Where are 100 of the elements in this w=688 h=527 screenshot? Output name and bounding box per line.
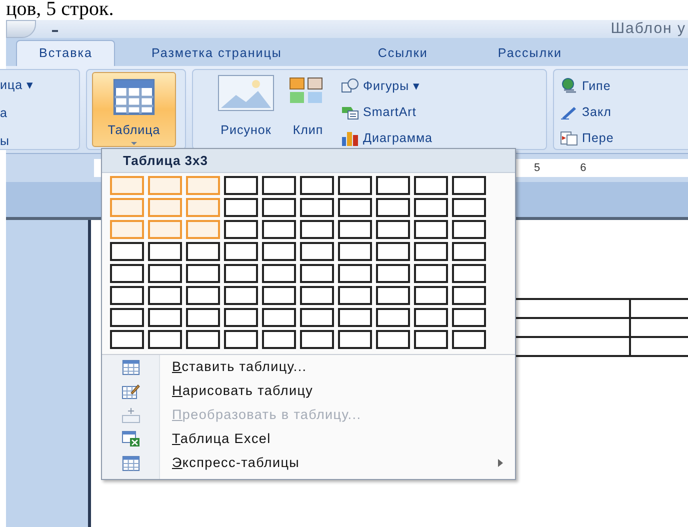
grid-cell[interactable] [110,308,144,327]
grid-cell[interactable] [224,242,258,261]
grid-cell[interactable] [452,220,486,239]
grid-cell[interactable] [110,198,144,217]
grid-cell[interactable] [300,242,334,261]
grid-cell[interactable] [262,286,296,305]
grid-cell[interactable] [414,330,448,349]
grid-cell[interactable] [300,198,334,217]
ribbon-small-button[interactable]: SmartArt [341,102,433,122]
ribbon-small-button[interactable]: Гипе [560,77,688,96]
grid-cell[interactable] [148,176,182,195]
table-button[interactable]: Таблица [92,72,176,147]
grid-cell[interactable] [148,286,182,305]
grid-cell[interactable] [414,242,448,261]
grid-cell[interactable] [148,242,182,261]
ribbon-command[interactable]: ы [0,132,79,150]
grid-cell[interactable] [452,264,486,283]
grid-cell[interactable] [414,198,448,217]
grid-cell[interactable] [414,308,448,327]
menu-item[interactable]: Нарисовать таблицу [102,379,515,403]
grid-cell[interactable] [110,242,144,261]
grid-cell[interactable] [148,264,182,283]
grid-cell[interactable] [338,198,372,217]
grid-cell[interactable] [186,198,220,217]
grid-cell[interactable] [376,264,410,283]
picture-button[interactable]: Рисунок [215,75,277,140]
grid-cell[interactable] [262,330,296,349]
grid-cell[interactable] [300,330,334,349]
ribbon-command[interactable]: ица ▾ [0,76,79,95]
grid-cell[interactable] [376,330,410,349]
grid-cell[interactable] [148,198,182,217]
menu-item[interactable]: Экспресс-таблицы [102,451,515,475]
grid-cell[interactable] [376,220,410,239]
grid-cell[interactable] [186,176,220,195]
ribbon-small-button[interactable]: Закл [560,102,688,122]
grid-cell[interactable] [262,308,296,327]
grid-cell[interactable] [110,176,144,195]
grid-cell[interactable] [300,220,334,239]
grid-cell[interactable] [338,242,372,261]
grid-cell[interactable] [262,264,296,283]
grid-cell[interactable] [224,220,258,239]
grid-cell[interactable] [452,308,486,327]
clip-button[interactable]: Клип [283,75,333,140]
grid-cell[interactable] [262,198,296,217]
ribbon-command[interactable]: а [0,104,79,122]
grid-cell[interactable] [376,308,410,327]
grid-cell[interactable] [300,264,334,283]
menu-item[interactable]: Вставить таблицу... [102,355,515,379]
grid-cell[interactable] [338,286,372,305]
grid-cell[interactable] [148,330,182,349]
grid-cell[interactable] [148,220,182,239]
grid-cell[interactable] [376,286,410,305]
grid-cell[interactable] [110,286,144,305]
grid-cell[interactable] [376,176,410,195]
grid-cell[interactable] [376,242,410,261]
grid-cell[interactable] [186,220,220,239]
menu-item[interactable]: Таблица Excel [102,427,515,451]
grid-cell[interactable] [110,330,144,349]
grid-cell[interactable] [338,330,372,349]
grid-cell[interactable] [414,176,448,195]
grid-cell[interactable] [186,330,220,349]
grid-cell[interactable] [300,286,334,305]
grid-cell[interactable] [186,308,220,327]
grid-cell[interactable] [452,330,486,349]
grid-cell[interactable] [452,242,486,261]
grid-cell[interactable] [262,242,296,261]
grid-cell[interactable] [338,264,372,283]
ribbon-tab[interactable]: Вставка [16,40,116,66]
grid-cell[interactable] [148,308,182,327]
grid-cell[interactable] [262,220,296,239]
grid-cell[interactable] [414,286,448,305]
grid-cell[interactable] [300,308,334,327]
grid-cell[interactable] [376,198,410,217]
grid-cell[interactable] [224,198,258,217]
grid-cell[interactable] [224,330,258,349]
ribbon-tab[interactable]: Разметка страницы [129,40,304,66]
grid-cell[interactable] [338,220,372,239]
ribbon-small-button[interactable]: Фигуры ▾ [341,77,433,96]
grid-cell[interactable] [186,242,220,261]
ribbon-tab[interactable]: Рассылки [476,40,584,66]
grid-cell[interactable] [414,220,448,239]
grid-cell[interactable] [224,286,258,305]
grid-cell[interactable] [186,286,220,305]
grid-cell[interactable] [414,264,448,283]
grid-cell[interactable] [224,176,258,195]
grid-cell[interactable] [452,176,486,195]
grid-cell[interactable] [338,308,372,327]
grid-cell[interactable] [338,176,372,195]
grid-cell[interactable] [110,220,144,239]
ribbon-small-button[interactable]: Пере [560,128,688,148]
grid-cell[interactable] [262,176,296,195]
grid-cell[interactable] [186,264,220,283]
grid-cell[interactable] [452,286,486,305]
grid-cell[interactable] [110,264,144,283]
grid-cell[interactable] [300,176,334,195]
grid-cell[interactable] [224,264,258,283]
ribbon-tab[interactable]: Ссылки [356,40,450,66]
grid-cell[interactable] [224,308,258,327]
grid-cell[interactable] [452,198,486,217]
ribbon-small-button[interactable]: Диаграмма [341,128,433,148]
